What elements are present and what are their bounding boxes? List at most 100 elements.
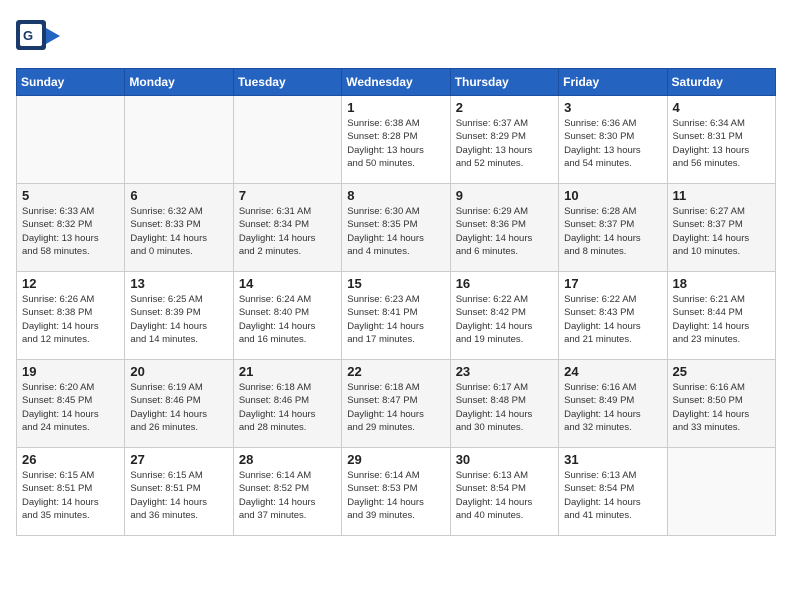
day-number: 11 bbox=[673, 188, 770, 203]
calendar-cell: 31 Sunrise: 6:13 AM Sunset: 8:54 PM Dayli… bbox=[559, 448, 667, 536]
day-number: 21 bbox=[239, 364, 336, 379]
logo-icon: G bbox=[16, 16, 60, 56]
cell-info: Sunrise: 6:36 AM Sunset: 8:30 PM Dayligh… bbox=[564, 117, 661, 170]
day-number: 15 bbox=[347, 276, 444, 291]
cell-info: Sunrise: 6:24 AM Sunset: 8:40 PM Dayligh… bbox=[239, 293, 336, 346]
header-row: SundayMondayTuesdayWednesdayThursdayFrid… bbox=[17, 69, 776, 96]
day-header-wednesday: Wednesday bbox=[342, 69, 450, 96]
day-number: 26 bbox=[22, 452, 119, 467]
cell-info: Sunrise: 6:26 AM Sunset: 8:38 PM Dayligh… bbox=[22, 293, 119, 346]
day-number: 20 bbox=[130, 364, 227, 379]
cell-info: Sunrise: 6:22 AM Sunset: 8:43 PM Dayligh… bbox=[564, 293, 661, 346]
calendar-cell: 7 Sunrise: 6:31 AM Sunset: 8:34 PM Daylig… bbox=[233, 184, 341, 272]
cell-info: Sunrise: 6:25 AM Sunset: 8:39 PM Dayligh… bbox=[130, 293, 227, 346]
day-header-thursday: Thursday bbox=[450, 69, 558, 96]
day-number: 25 bbox=[673, 364, 770, 379]
day-number: 2 bbox=[456, 100, 553, 115]
cell-info: Sunrise: 6:30 AM Sunset: 8:35 PM Dayligh… bbox=[347, 205, 444, 258]
svg-text:G: G bbox=[23, 28, 33, 43]
cell-info: Sunrise: 6:16 AM Sunset: 8:50 PM Dayligh… bbox=[673, 381, 770, 434]
day-number: 22 bbox=[347, 364, 444, 379]
calendar-cell: 30 Sunrise: 6:13 AM Sunset: 8:54 PM Dayli… bbox=[450, 448, 558, 536]
calendar-cell: 3 Sunrise: 6:36 AM Sunset: 8:30 PM Daylig… bbox=[559, 96, 667, 184]
calendar-cell: 17 Sunrise: 6:22 AM Sunset: 8:43 PM Dayli… bbox=[559, 272, 667, 360]
calendar-cell: 23 Sunrise: 6:17 AM Sunset: 8:48 PM Dayli… bbox=[450, 360, 558, 448]
day-number: 1 bbox=[347, 100, 444, 115]
calendar-cell bbox=[233, 96, 341, 184]
cell-info: Sunrise: 6:33 AM Sunset: 8:32 PM Dayligh… bbox=[22, 205, 119, 258]
cell-info: Sunrise: 6:34 AM Sunset: 8:31 PM Dayligh… bbox=[673, 117, 770, 170]
week-row-1: 1 Sunrise: 6:38 AM Sunset: 8:28 PM Daylig… bbox=[17, 96, 776, 184]
cell-info: Sunrise: 6:32 AM Sunset: 8:33 PM Dayligh… bbox=[130, 205, 227, 258]
day-number: 3 bbox=[564, 100, 661, 115]
day-header-tuesday: Tuesday bbox=[233, 69, 341, 96]
day-header-friday: Friday bbox=[559, 69, 667, 96]
calendar-cell: 26 Sunrise: 6:15 AM Sunset: 8:51 PM Dayli… bbox=[17, 448, 125, 536]
calendar-cell: 28 Sunrise: 6:14 AM Sunset: 8:52 PM Dayli… bbox=[233, 448, 341, 536]
cell-info: Sunrise: 6:22 AM Sunset: 8:42 PM Dayligh… bbox=[456, 293, 553, 346]
calendar-cell: 2Sunrise: 6:37 AM Sunset: 8:29 PM Daylig… bbox=[450, 96, 558, 184]
day-number: 10 bbox=[564, 188, 661, 203]
day-header-monday: Monday bbox=[125, 69, 233, 96]
calendar-cell: 16 Sunrise: 6:22 AM Sunset: 8:42 PM Dayli… bbox=[450, 272, 558, 360]
calendar-cell: 12 Sunrise: 6:26 AM Sunset: 8:38 PM Dayli… bbox=[17, 272, 125, 360]
calendar-cell: 18 Sunrise: 6:21 AM Sunset: 8:44 PM Dayli… bbox=[667, 272, 775, 360]
week-row-4: 19Sunrise: 6:20 AM Sunset: 8:45 PM Dayli… bbox=[17, 360, 776, 448]
cell-info: Sunrise: 6:14 AM Sunset: 8:52 PM Dayligh… bbox=[239, 469, 336, 522]
cell-info: Sunrise: 6:15 AM Sunset: 8:51 PM Dayligh… bbox=[130, 469, 227, 522]
cell-info: Sunrise: 6:28 AM Sunset: 8:37 PM Dayligh… bbox=[564, 205, 661, 258]
cell-info: Sunrise: 6:17 AM Sunset: 8:48 PM Dayligh… bbox=[456, 381, 553, 434]
day-number: 23 bbox=[456, 364, 553, 379]
calendar-cell: 22Sunrise: 6:18 AM Sunset: 8:47 PM Dayli… bbox=[342, 360, 450, 448]
calendar-cell: 9Sunrise: 6:29 AM Sunset: 8:36 PM Daylig… bbox=[450, 184, 558, 272]
calendar-cell: 8 Sunrise: 6:30 AM Sunset: 8:35 PM Daylig… bbox=[342, 184, 450, 272]
cell-info: Sunrise: 6:13 AM Sunset: 8:54 PM Dayligh… bbox=[456, 469, 553, 522]
day-number: 16 bbox=[456, 276, 553, 291]
calendar-cell: 24Sunrise: 6:16 AM Sunset: 8:49 PM Dayli… bbox=[559, 360, 667, 448]
week-row-2: 5 Sunrise: 6:33 AM Sunset: 8:32 PM Daylig… bbox=[17, 184, 776, 272]
day-number: 8 bbox=[347, 188, 444, 203]
calendar-header: SundayMondayTuesdayWednesdayThursdayFrid… bbox=[17, 69, 776, 96]
calendar-cell: 20Sunrise: 6:19 AM Sunset: 8:46 PM Dayli… bbox=[125, 360, 233, 448]
calendar-cell: 5 Sunrise: 6:33 AM Sunset: 8:32 PM Daylig… bbox=[17, 184, 125, 272]
calendar-cell: 14 Sunrise: 6:24 AM Sunset: 8:40 PM Dayli… bbox=[233, 272, 341, 360]
calendar-cell bbox=[125, 96, 233, 184]
day-number: 29 bbox=[347, 452, 444, 467]
calendar-cell: 13Sunrise: 6:25 AM Sunset: 8:39 PM Dayli… bbox=[125, 272, 233, 360]
calendar-cell bbox=[17, 96, 125, 184]
cell-info: Sunrise: 6:21 AM Sunset: 8:44 PM Dayligh… bbox=[673, 293, 770, 346]
calendar-cell: 27 Sunrise: 6:15 AM Sunset: 8:51 PM Dayli… bbox=[125, 448, 233, 536]
cell-info: Sunrise: 6:31 AM Sunset: 8:34 PM Dayligh… bbox=[239, 205, 336, 258]
day-number: 19 bbox=[22, 364, 119, 379]
calendar-cell: 6 Sunrise: 6:32 AM Sunset: 8:33 PM Daylig… bbox=[125, 184, 233, 272]
day-number: 5 bbox=[22, 188, 119, 203]
cell-info: Sunrise: 6:16 AM Sunset: 8:49 PM Dayligh… bbox=[564, 381, 661, 434]
calendar-cell: 29 Sunrise: 6:14 AM Sunset: 8:53 PM Dayli… bbox=[342, 448, 450, 536]
calendar-cell: 15Sunrise: 6:23 AM Sunset: 8:41 PM Dayli… bbox=[342, 272, 450, 360]
day-number: 30 bbox=[456, 452, 553, 467]
day-number: 31 bbox=[564, 452, 661, 467]
cell-info: Sunrise: 6:13 AM Sunset: 8:54 PM Dayligh… bbox=[564, 469, 661, 522]
cell-info: Sunrise: 6:15 AM Sunset: 8:51 PM Dayligh… bbox=[22, 469, 119, 522]
calendar-cell: 25 Sunrise: 6:16 AM Sunset: 8:50 PM Dayli… bbox=[667, 360, 775, 448]
day-header-sunday: Sunday bbox=[17, 69, 125, 96]
day-number: 27 bbox=[130, 452, 227, 467]
cell-info: Sunrise: 6:29 AM Sunset: 8:36 PM Dayligh… bbox=[456, 205, 553, 258]
logo: G bbox=[16, 16, 64, 56]
calendar-table: SundayMondayTuesdayWednesdayThursdayFrid… bbox=[16, 68, 776, 536]
day-number: 7 bbox=[239, 188, 336, 203]
calendar-cell: 1 Sunrise: 6:38 AM Sunset: 8:28 PM Daylig… bbox=[342, 96, 450, 184]
page-header: G bbox=[16, 16, 776, 56]
cell-info: Sunrise: 6:38 AM Sunset: 8:28 PM Dayligh… bbox=[347, 117, 444, 170]
day-number: 28 bbox=[239, 452, 336, 467]
cell-info: Sunrise: 6:14 AM Sunset: 8:53 PM Dayligh… bbox=[347, 469, 444, 522]
day-number: 14 bbox=[239, 276, 336, 291]
day-number: 17 bbox=[564, 276, 661, 291]
day-number: 12 bbox=[22, 276, 119, 291]
day-number: 18 bbox=[673, 276, 770, 291]
day-header-saturday: Saturday bbox=[667, 69, 775, 96]
calendar-body: 1 Sunrise: 6:38 AM Sunset: 8:28 PM Daylig… bbox=[17, 96, 776, 536]
day-number: 6 bbox=[130, 188, 227, 203]
calendar-cell: 4Sunrise: 6:34 AM Sunset: 8:31 PM Daylig… bbox=[667, 96, 775, 184]
cell-info: Sunrise: 6:18 AM Sunset: 8:46 PM Dayligh… bbox=[239, 381, 336, 434]
